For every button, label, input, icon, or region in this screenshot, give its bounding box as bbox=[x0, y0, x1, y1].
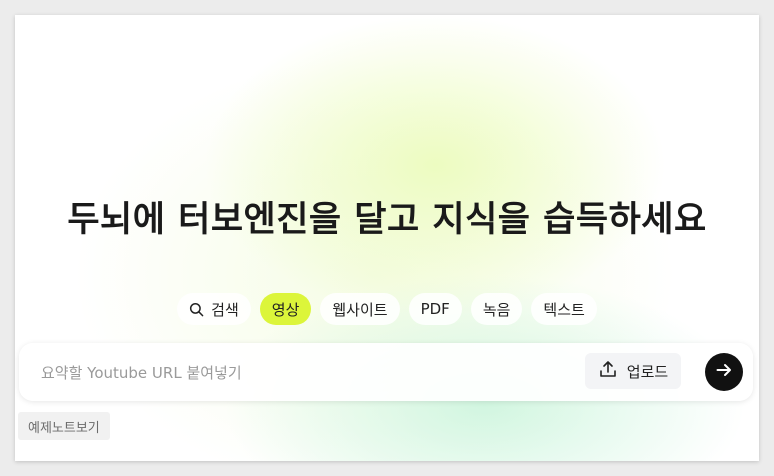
example-notes-button[interactable]: 예제노트보기 bbox=[18, 412, 110, 440]
tab-pdf[interactable]: PDF bbox=[408, 293, 462, 325]
upload-icon bbox=[598, 359, 618, 383]
tab-search[interactable]: 검색 bbox=[177, 293, 251, 325]
arrow-right-icon bbox=[715, 361, 733, 383]
example-label: 예제노트보기 bbox=[28, 420, 100, 436]
search-icon bbox=[189, 302, 204, 317]
tab-label: 웹사이트 bbox=[332, 300, 388, 319]
page-title: 두뇌에 터보엔진을 달고 지식을 습득하세요 bbox=[67, 200, 707, 240]
upload-button[interactable]: 업로드 bbox=[585, 353, 681, 389]
tab-recording[interactable]: 녹음 bbox=[470, 293, 523, 325]
main-card: 두뇌에 터보엔진을 달고 지식을 습득하세요 검색 영상 웹사이트 PDF 녹음… bbox=[15, 15, 759, 461]
upload-label: 업로드 bbox=[626, 362, 669, 381]
submit-button[interactable] bbox=[705, 353, 743, 391]
url-input[interactable] bbox=[39, 357, 583, 389]
tab-text[interactable]: 텍스트 bbox=[531, 293, 597, 325]
tab-video[interactable]: 영상 bbox=[259, 293, 312, 325]
tab-website[interactable]: 웹사이트 bbox=[320, 293, 400, 325]
source-tabs: 검색 영상 웹사이트 PDF 녹음 텍스트 bbox=[15, 293, 759, 325]
url-input-bar: 업로드 bbox=[19, 343, 753, 401]
tab-label: 영상 bbox=[271, 300, 300, 319]
tab-label: 텍스트 bbox=[543, 300, 585, 319]
tab-label: PDF bbox=[420, 300, 450, 318]
tab-label: 검색 bbox=[211, 300, 239, 319]
tab-label: 녹음 bbox=[482, 300, 511, 319]
